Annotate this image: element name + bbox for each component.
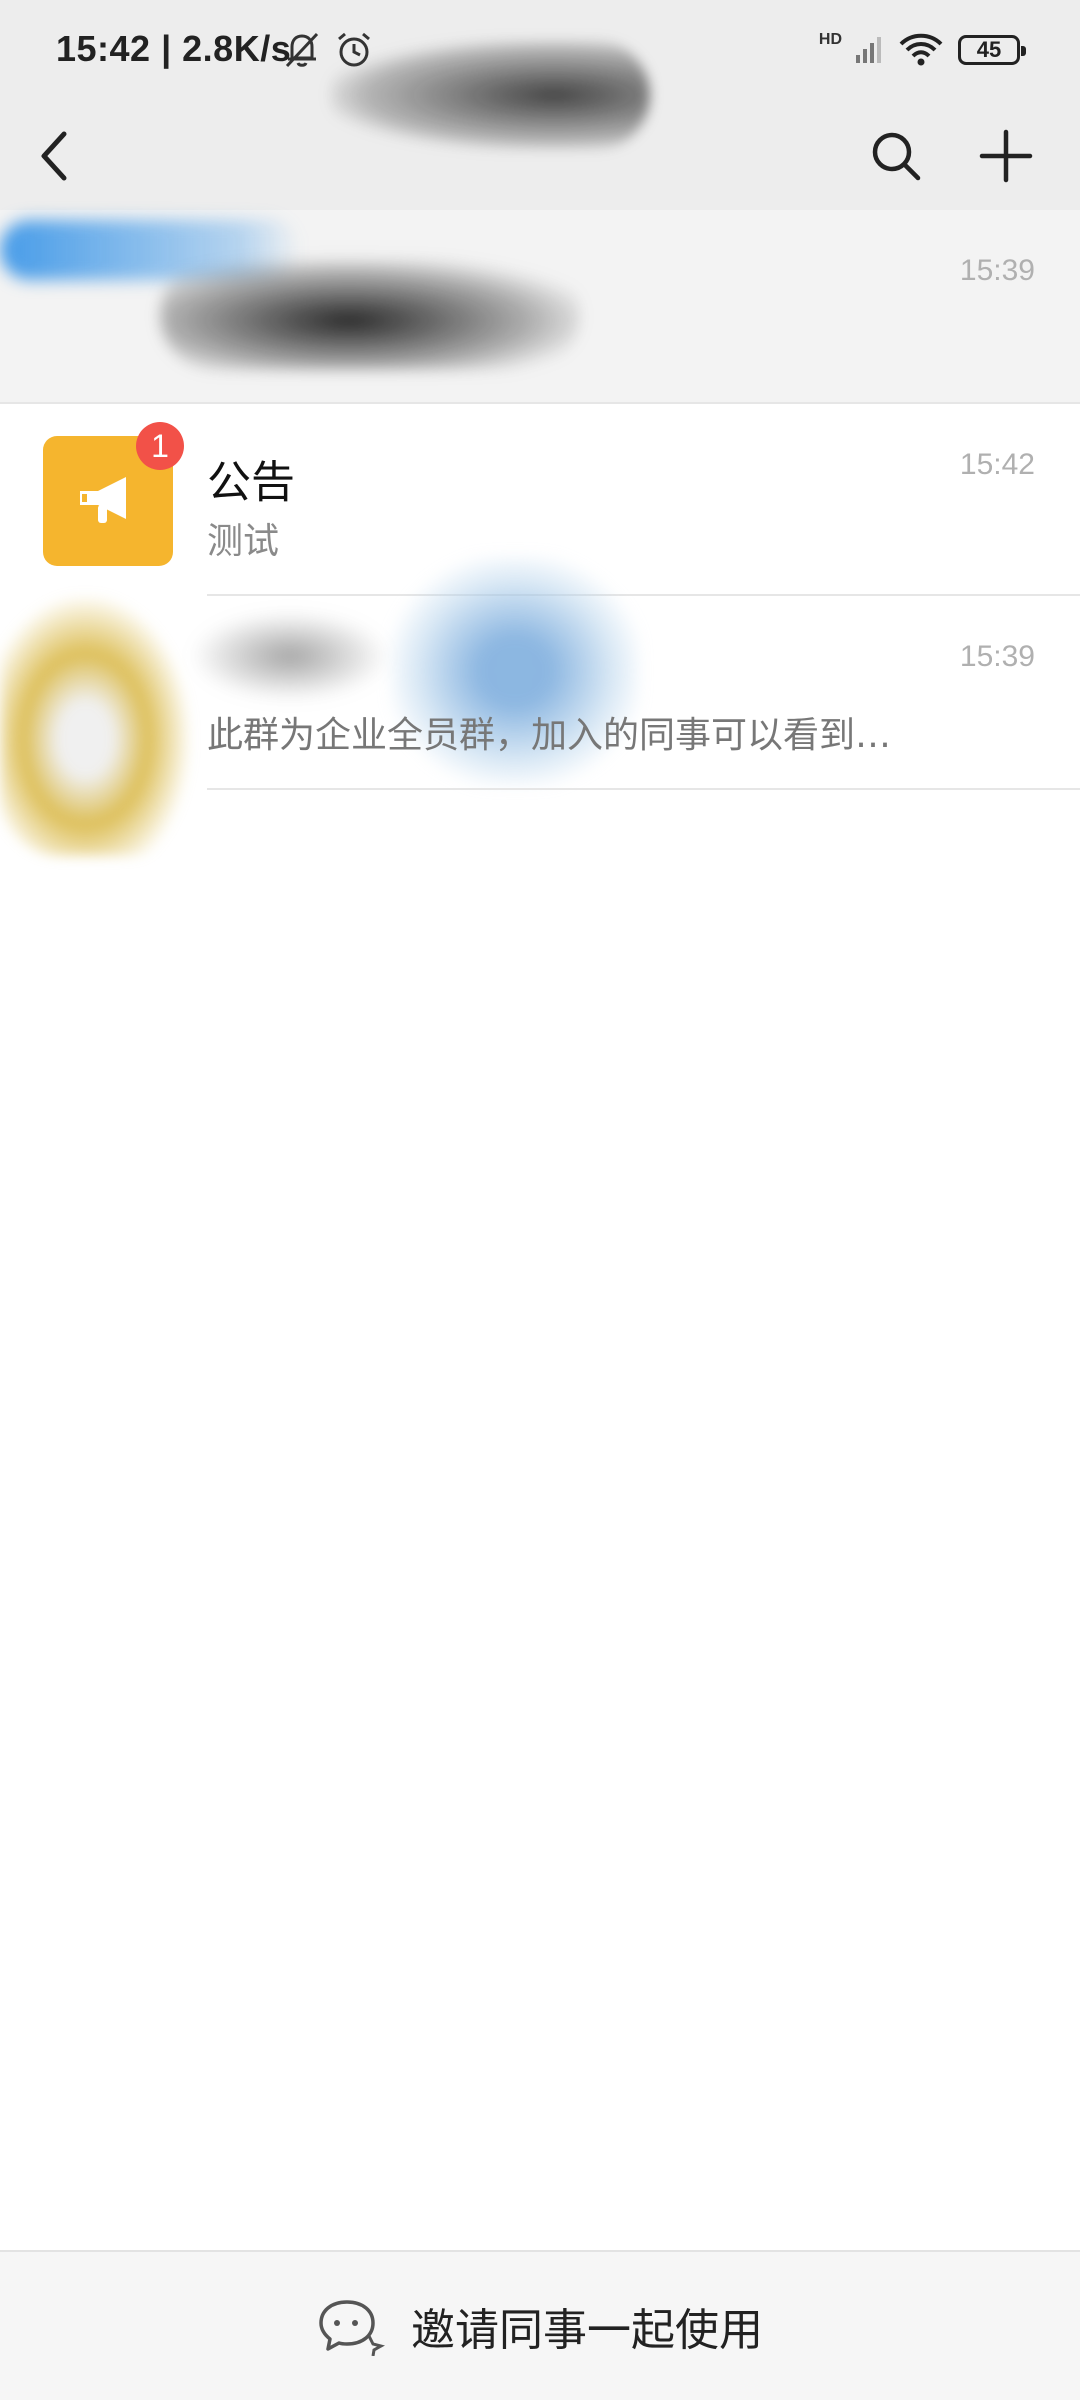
- conversation-list: 15:39 1 公告 测试 15:42 此群为企业全员群，加入的同事可以看到… …: [0, 210, 1080, 856]
- search-icon: [872, 132, 921, 181]
- conversation-row[interactable]: 此群为企业全员群，加入的同事可以看到… 15:39: [0, 556, 1080, 856]
- search-button[interactable]: [856, 116, 936, 196]
- add-button[interactable]: [966, 116, 1046, 196]
- conversation-time: 15:39: [959, 254, 1035, 287]
- redaction-smear: [330, 40, 650, 150]
- battery-indicator: 45: [958, 35, 1026, 65]
- conversation-time: 15:39: [959, 640, 1035, 673]
- back-button[interactable]: [14, 116, 94, 196]
- group-avatar: [0, 596, 190, 856]
- conversation-row[interactable]: 15:39: [0, 210, 1080, 404]
- conversation-preview: 此群为企业全员群，加入的同事可以看到…: [207, 715, 892, 756]
- conversation-title: 公告: [207, 457, 295, 508]
- top-nav-bar: [0, 40, 1080, 210]
- conversation-preview: 测试: [207, 521, 280, 562]
- status-right-group: HD 45: [818, 28, 1026, 72]
- chat-bubbles-icon: [319, 2300, 385, 2356]
- row-divider: [207, 788, 1080, 790]
- redaction-smear: [190, 611, 390, 701]
- chevron-left-icon: [41, 131, 67, 181]
- status-time: 15:42 | 2.8K/s: [56, 28, 292, 69]
- plus-icon: [979, 129, 1033, 183]
- unread-badge: 1: [136, 422, 184, 470]
- wifi-icon: [899, 33, 943, 66]
- megaphone-icon: [80, 477, 126, 523]
- invite-label: 邀请同事一起使用: [411, 2305, 763, 2356]
- redaction-smear: [160, 260, 580, 370]
- conversation-time: 15:42: [959, 448, 1035, 481]
- network-type-label: HD: [818, 31, 842, 48]
- signal-icon: [856, 37, 881, 63]
- mute-bell-icon: [285, 32, 319, 68]
- invite-colleagues-button[interactable]: 邀请同事一起使用: [0, 2250, 1080, 2400]
- battery-level: 45: [976, 37, 1002, 62]
